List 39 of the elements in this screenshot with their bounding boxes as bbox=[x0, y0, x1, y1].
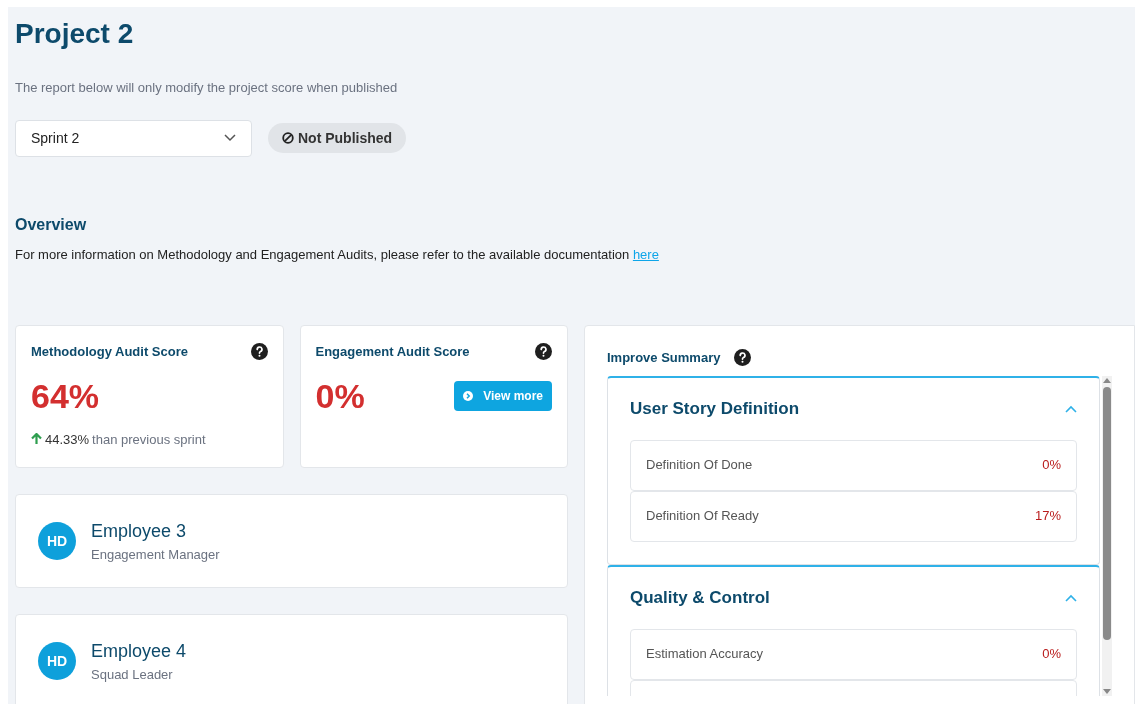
score-value: 0% bbox=[315, 375, 365, 417]
scrollbar-thumb[interactable] bbox=[1103, 386, 1111, 640]
employee-role: Squad Leader bbox=[91, 665, 174, 684]
page-title: Project 2 bbox=[15, 17, 135, 51]
card-title: Engagement Audit Score bbox=[315, 343, 470, 361]
chevron-up-icon bbox=[1065, 404, 1077, 413]
panel-title: Improve Summary bbox=[607, 349, 721, 367]
row-value: 17% bbox=[1034, 507, 1061, 526]
row-label: Estimation Accuracy bbox=[646, 645, 764, 664]
help-icon[interactable] bbox=[734, 349, 752, 367]
prohibited-icon bbox=[282, 132, 294, 144]
change-text: than previous sprint bbox=[92, 430, 206, 449]
accordion-header[interactable]: Quality & Control bbox=[630, 566, 1077, 629]
status-badge: Not Published bbox=[268, 123, 407, 153]
section-heading: Overview bbox=[15, 214, 88, 235]
scrollbar[interactable] bbox=[1102, 375, 1112, 696]
notice-text: The report below will only modify the project score when published bbox=[15, 79, 399, 97]
scroll-down-icon[interactable] bbox=[1103, 688, 1111, 694]
help-icon[interactable] bbox=[535, 343, 552, 361]
row-label: Definition Of Done bbox=[646, 456, 753, 475]
help-icon[interactable] bbox=[250, 343, 268, 361]
scroll-up-icon[interactable] bbox=[1103, 377, 1111, 383]
avatar: HD bbox=[38, 642, 76, 680]
accordion-header[interactable]: User Story Definition bbox=[630, 377, 1077, 440]
employee-role: Engagement Manager bbox=[91, 545, 220, 564]
employee-name: Employee 4 bbox=[91, 639, 187, 663]
sprint-select[interactable]: Sprint 2 bbox=[15, 119, 252, 157]
card-title: Methodology Audit Score bbox=[31, 343, 188, 361]
row-value: 0% bbox=[1042, 456, 1061, 475]
employee-name: Employee 3 bbox=[91, 519, 188, 543]
change-value: 44.33% bbox=[45, 430, 90, 449]
score-value: 64% bbox=[31, 375, 100, 417]
chevron-down-icon bbox=[224, 134, 236, 142]
chevron-up-icon bbox=[1065, 593, 1077, 602]
row-value: 0% bbox=[1042, 645, 1061, 664]
row-label: Definition Of Ready bbox=[646, 507, 759, 526]
chevron-right-icon bbox=[463, 390, 474, 401]
avatar: HD bbox=[38, 522, 76, 560]
overview-text: For more information on Methodology and Engagement Audits, please refer to the available documentation here bbox=[15, 245, 660, 264]
